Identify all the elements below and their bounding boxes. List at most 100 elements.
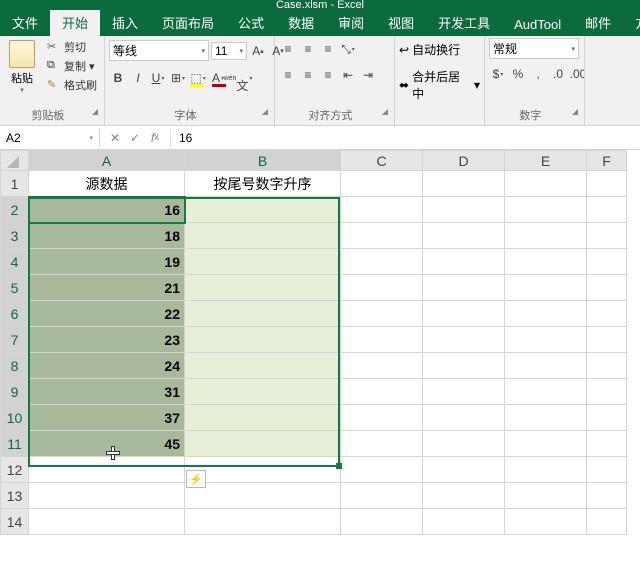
row-header[interactable]: 12 [1,457,29,483]
cell[interactable]: 22 [29,301,185,327]
cell[interactable] [505,197,587,223]
accounting-button[interactable]: $▾ [489,65,507,83]
cell[interactable] [185,353,341,379]
row-header[interactable]: 14 [1,509,29,535]
align-middle-button[interactable]: ≡ [299,40,317,58]
tab-view[interactable]: 视图 [376,10,426,36]
percent-button[interactable]: % [509,65,527,83]
cell[interactable] [423,197,505,223]
cell[interactable] [185,275,341,301]
align-top-button[interactable]: ≡ [279,40,297,58]
select-all-corner[interactable] [1,151,29,171]
tab-ffgz[interactable]: 方方格子 [623,10,640,36]
cell[interactable] [185,223,341,249]
cell[interactable] [587,171,627,197]
cell[interactable] [505,483,587,509]
cell[interactable] [341,379,423,405]
cell[interactable] [423,431,505,457]
tab-insert[interactable]: 插入 [100,10,150,36]
align-bottom-button[interactable]: ≡ [319,40,337,58]
phonetic-button[interactable]: wén文▾ [229,69,247,87]
cell[interactable] [505,431,587,457]
cell[interactable] [423,509,505,535]
cell[interactable] [587,483,627,509]
cell[interactable] [505,509,587,535]
cell[interactable] [587,223,627,249]
cell[interactable]: 按尾号数字升序 [185,171,341,197]
cell[interactable] [423,483,505,509]
enter-formula-button[interactable]: ✓ [126,129,144,147]
cell[interactable] [185,301,341,327]
cell[interactable]: 19 [29,249,185,275]
col-header-D[interactable]: D [423,151,505,171]
cell[interactable] [341,353,423,379]
cell[interactable] [505,301,587,327]
cell-A2[interactable]: 16 [29,197,185,223]
cell[interactable] [587,353,627,379]
cell[interactable] [505,405,587,431]
row-header[interactable]: 4 [1,249,29,275]
cell[interactable] [587,431,627,457]
align-left-button[interactable]: ≡ [279,66,297,84]
cell[interactable] [341,301,423,327]
copy-button[interactable]: ⧉复制▾ [44,57,100,75]
cell[interactable]: 18 [29,223,185,249]
tab-review[interactable]: 审阅 [326,10,376,36]
underline-button[interactable]: U▾ [149,69,167,87]
col-header-E[interactable]: E [505,151,587,171]
worksheet-grid[interactable]: A B C D E F 1源数据按尾号数字升序 216 318 419 521 … [0,150,640,535]
cell[interactable] [423,223,505,249]
cell[interactable] [587,275,627,301]
cell[interactable] [185,197,341,223]
font-size-combo[interactable]: 11▾ [211,42,247,60]
cell[interactable] [505,327,587,353]
align-center-button[interactable]: ≡ [299,66,317,84]
cell[interactable] [423,249,505,275]
cell[interactable]: 21 [29,275,185,301]
cut-button[interactable]: ✂剪切 [44,38,100,56]
cell[interactable] [341,197,423,223]
name-box[interactable]: A2▾ [0,129,100,147]
cell[interactable] [423,457,505,483]
cell[interactable] [587,197,627,223]
cell[interactable]: 31 [29,379,185,405]
tab-formulas[interactable]: 公式 [226,10,276,36]
cell[interactable] [587,509,627,535]
row-header[interactable]: 8 [1,353,29,379]
cell[interactable] [341,509,423,535]
cell[interactable] [341,275,423,301]
cell[interactable] [29,509,185,535]
cancel-formula-button[interactable]: ✕ [106,129,124,147]
wrap-text-button[interactable]: ↩自动换行 [399,41,460,58]
fill-color-button[interactable]: ⬚▾ [189,69,207,87]
cell[interactable] [185,509,341,535]
cell[interactable] [341,483,423,509]
format-painter-button[interactable]: ✎格式刷 [44,76,100,94]
cell[interactable] [505,379,587,405]
cell[interactable] [185,431,341,457]
cell[interactable]: 24 [29,353,185,379]
cell[interactable]: 45 [29,431,185,457]
cell[interactable] [423,353,505,379]
formula-input[interactable]: 16 [171,129,640,147]
bold-button[interactable]: B [109,69,127,87]
increase-font-button[interactable]: A▴ [249,42,267,60]
cell[interactable] [423,301,505,327]
fx-button[interactable]: fx [146,129,164,147]
row-header[interactable]: 2 [1,197,29,223]
row-header[interactable]: 11 [1,431,29,457]
quick-analysis-button[interactable]: ⚡ [186,470,206,488]
cell[interactable] [185,405,341,431]
cell[interactable] [185,249,341,275]
row-header[interactable]: 3 [1,223,29,249]
tab-data[interactable]: 数据 [276,10,326,36]
row-header[interactable]: 13 [1,483,29,509]
cell[interactable] [423,275,505,301]
cell[interactable] [185,457,341,483]
cell[interactable] [587,249,627,275]
tab-file[interactable]: 文件 [0,10,50,36]
cell[interactable] [185,379,341,405]
col-header-B[interactable]: B [185,151,341,171]
cell[interactable]: 23 [29,327,185,353]
row-header[interactable]: 9 [1,379,29,405]
